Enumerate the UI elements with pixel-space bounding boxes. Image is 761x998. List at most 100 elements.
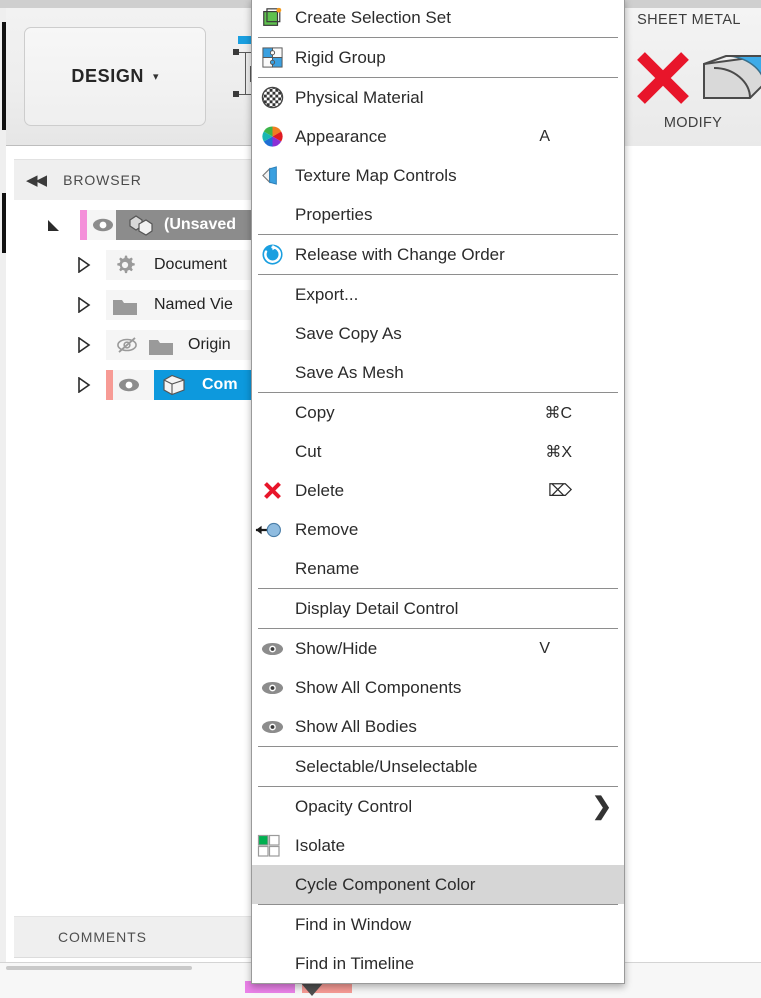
expander-expand-icon[interactable] [76,297,92,313]
browser-tree: (Unsaved Document Named Vie Origin Com [6,205,264,405]
menu-item-shortcut: A [539,127,550,145]
horizontal-scrollbar[interactable] [6,966,192,970]
design-workspace-button[interactable]: DESIGN ▾ [24,27,206,126]
expander-expand-icon[interactable] [76,377,92,393]
collapse-left-icon[interactable]: ◀◀ [26,171,47,189]
timeline-cursor-icon [300,982,324,996]
menu-item-label: Create Selection Set [295,7,451,27]
unfold-sheet-metal-icon[interactable] [700,46,761,108]
chevron-right-icon: ❯ [591,793,612,820]
expander-expand-icon[interactable] [76,337,92,353]
chevron-down-icon: ▾ [153,71,159,83]
menu-item-rigid-group[interactable]: Rigid Group [252,38,624,77]
menu-item-label: Rigid Group [295,47,386,67]
tree-row-label: Com [202,376,238,393]
tree-row-label: (Unsaved [164,216,237,233]
modify-panel-label: MODIFY [663,115,723,131]
menu-item-label: Cycle Component Color [295,874,476,894]
eye-icon [259,714,285,740]
menu-item-label: Appearance [295,126,387,146]
tree-row[interactable]: Com [6,365,264,405]
menu-item-label: Save Copy As [295,323,402,343]
gear-icon [117,255,135,274]
menu-item-opacity-control[interactable]: Opacity Control ❯ [252,787,624,826]
tree-row-label: Document [154,256,227,273]
sketch-icon-vline [245,52,246,94]
tab-sheet-metal[interactable]: SHEET METAL [625,12,753,28]
menu-item-label: Selectable/Unselectable [295,756,478,776]
comments-bar[interactable]: COMMENTS [14,916,258,958]
menu-item-cycle-component-color[interactable]: Cycle Component Color [252,865,624,904]
comments-label: COMMENTS [58,929,147,945]
browser-panel: ◀◀ BROWSER (Unsaved Document Named Vie O… [6,147,264,914]
menu-item-physical-material[interactable]: Physical Material [252,78,624,117]
menu-item-remove[interactable]: Remove [252,510,624,549]
menu-item-save-as-mesh[interactable]: Save As Mesh [252,353,624,392]
eye-icon[interactable] [92,217,114,233]
menu-item-show-all-components[interactable]: Show All Components [252,668,624,707]
menu-item-label: Show All Bodies [295,716,417,736]
menu-item-rename[interactable]: Rename [252,549,624,588]
menu-item-label: Physical Material [295,87,424,107]
folder-icon [149,340,173,355]
close-icon[interactable] [634,49,692,107]
remove-icon [254,517,288,543]
menu-item-label: Cut [295,441,322,461]
menu-item-delete[interactable]: Delete ⌦ [252,471,624,510]
menu-item-isolate[interactable]: Isolate [252,826,624,865]
menu-item-find-in-timeline[interactable]: Find in Timeline [252,944,624,983]
menu-item-find-in-window[interactable]: Find in Window [252,905,624,944]
menu-item-create-selection-set[interactable]: Create Selection Set [252,0,624,37]
menu-item-label: Show All Components [295,677,462,697]
menu-item-label: Export... [295,284,359,304]
menu-item-label: Find in Timeline [295,953,415,973]
tree-row[interactable]: Origin [6,325,264,365]
rigid-group-icon [259,45,285,71]
fusion360-window: DESIGN ▾ SHEET METAL MODIFY ◀◀ BROWSER (… [0,0,761,998]
menu-item-label: Texture Map Controls [295,165,457,185]
body-icon [163,374,185,396]
context-menu: Create Selection Set Rigid Group Physica… [251,0,625,984]
menu-item-properties[interactable]: Properties [252,195,624,234]
expander-expand-icon[interactable] [76,257,92,273]
eye-icon[interactable] [118,377,140,393]
left-rail-segment-top [2,22,6,130]
eye-icon [259,636,285,662]
expander-collapse-icon[interactable] [46,217,62,233]
menu-item-export[interactable]: Export... [252,275,624,314]
menu-item-display-detail-control[interactable]: Display Detail Control [252,589,624,628]
tree-row-label: Named Vie [154,296,233,313]
eye-icon [259,675,285,701]
menu-item-save-copy-as[interactable]: Save Copy As [252,314,624,353]
menu-item-label: Show/Hide [295,638,378,658]
menu-item-selectable-unselectable[interactable]: Selectable/Unselectable [252,747,624,786]
tree-row[interactable]: Document [6,245,264,285]
folder-icon [113,300,137,315]
tree-row[interactable]: (Unsaved [6,205,264,245]
menu-item-show-hide[interactable]: Show/Hide V [252,629,624,668]
menu-item-label: Release with Change Order [295,244,505,264]
menu-item-label: Isolate [295,835,346,855]
physical-material-icon [259,85,285,111]
eye-hidden-icon[interactable] [116,337,138,353]
isolate-icon [256,833,282,859]
menu-item-shortcut: ⌘X [545,443,572,461]
texture-map-icon [259,163,285,189]
menu-item-texture-map-controls[interactable]: Texture Map Controls [252,156,624,195]
browser-header[interactable]: ◀◀ BROWSER [14,159,264,200]
menu-item-label: Delete [295,480,345,500]
selection-set-icon [259,5,285,31]
menu-item-release-with-change-order[interactable]: Release with Change Order [252,235,624,274]
tree-row[interactable]: Named Vie [6,285,264,325]
tree-row-label: Origin [188,336,231,353]
menu-item-label: Copy [295,402,335,422]
menu-item-show-all-bodies[interactable]: Show All Bodies [252,707,624,746]
sketch-icon-handle-bl [233,91,239,97]
menu-item-cut[interactable]: Cut ⌘X [252,432,624,471]
design-workspace-label: DESIGN [71,66,145,86]
menu-item-appearance[interactable]: Appearance A [252,117,624,156]
component-icon [129,215,153,236]
menu-item-label: Remove [295,519,359,539]
component-color-bar [106,370,113,400]
menu-item-copy[interactable]: Copy ⌘C [252,393,624,432]
